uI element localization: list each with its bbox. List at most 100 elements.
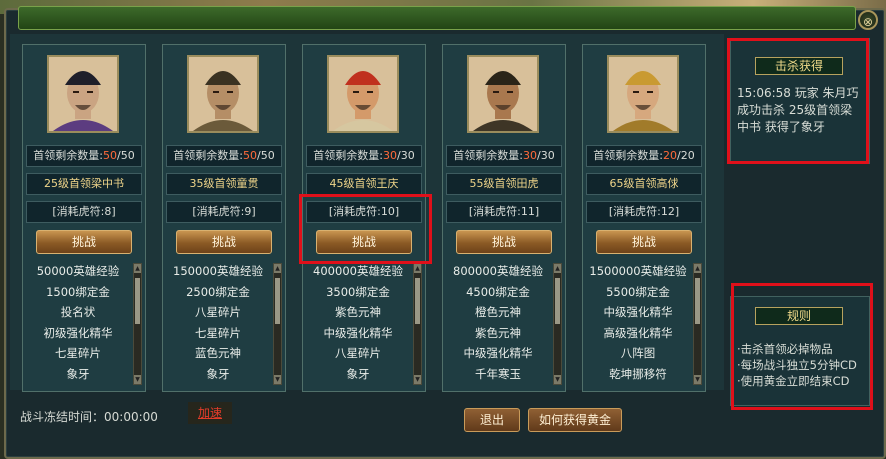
reward-item: 5500绑定金 — [606, 284, 670, 299]
reward-item: 蓝色元神 — [195, 346, 241, 360]
reward-item: 紫色元神 — [335, 305, 381, 319]
count-label: 首领剩余数量: — [453, 149, 523, 162]
reward-item: 800000英雄经验 — [453, 264, 543, 278]
rules-title: 规则 — [755, 307, 843, 325]
scroll-down-icon[interactable]: ▼ — [694, 375, 701, 384]
count-max: /30 — [537, 149, 555, 162]
boss-card: 首领剩余数量:50/50 25级首领梁中书 [消耗虎符:8] 挑战 50000英雄经验 1… — [22, 44, 146, 392]
scroll-up-icon[interactable]: ▲ — [694, 264, 701, 273]
rule-line: ·每场战斗独立5分钟CD — [737, 358, 857, 372]
scroll-down-icon[interactable]: ▼ — [134, 375, 141, 384]
reward-item: 3500绑定金 — [326, 284, 390, 299]
count-max: /20 — [677, 149, 695, 162]
boss-card: 首领剩余数量:50/50 35级首领童贯 [消耗虎符:9] 挑战 150000英雄经验 2… — [162, 44, 286, 392]
boss-portrait-image — [469, 57, 537, 131]
reward-item: 橙色元神 — [475, 305, 521, 319]
reward-item: 1500绑定金 — [46, 284, 110, 299]
tiger-token-cost: [消耗虎符:11] — [446, 201, 562, 223]
boss-remaining-count: 首领剩余数量:50/50 — [166, 145, 282, 167]
reward-item: 高级强化精华 — [603, 325, 673, 340]
reward-scrollbar[interactable]: ▲ ▼ — [133, 263, 142, 385]
scroll-thumb[interactable] — [695, 278, 700, 324]
scroll-down-icon[interactable]: ▼ — [414, 375, 421, 384]
reward-item: 紫色元神 — [475, 325, 521, 340]
challenge-button[interactable]: 挑战 — [316, 230, 412, 254]
reward-item: 初级强化精华 — [43, 325, 113, 340]
reward-item: 中级强化精华 — [323, 325, 393, 340]
boss-portrait — [607, 55, 679, 133]
reward-scrollbar[interactable]: ▲ ▼ — [693, 263, 702, 385]
get-gold-button[interactable]: 如何获得黄金 — [528, 408, 622, 432]
scroll-thumb[interactable] — [275, 278, 280, 324]
count-max: /30 — [397, 149, 415, 162]
reward-scrollbar[interactable]: ▲ ▼ — [553, 263, 562, 385]
reward-item: 中级强化精华 — [463, 346, 533, 360]
close-button[interactable]: ⊗ — [858, 10, 878, 30]
scroll-up-icon[interactable]: ▲ — [554, 264, 561, 273]
boss-portrait-image — [189, 57, 257, 131]
reward-item: 投名状 — [60, 305, 96, 319]
challenge-button[interactable]: 挑战 — [456, 230, 552, 254]
kill-reward-panel: 击杀获得 15:06:58 玩家 朱月巧 成功击杀 25级首领梁中书 获得了象牙 — [730, 38, 870, 164]
kill-reward-text: 15:06:58 玩家 朱月巧 成功击杀 25级首领梁中书 获得了象牙 — [737, 86, 859, 134]
reward-item: 象牙 — [66, 366, 90, 381]
reward-list[interactable]: 1500000英雄经验 5500绑定金中级强化精华高级强化精华八阵图乾坤挪移符紫色… — [586, 261, 690, 387]
scroll-down-icon[interactable]: ▼ — [274, 375, 281, 384]
exit-button[interactable]: 退出 — [464, 408, 520, 432]
boss-name: 55级首领田虎 — [446, 173, 562, 195]
scroll-thumb[interactable] — [135, 278, 140, 324]
count-current: 20 — [663, 149, 677, 162]
rule-line: ·击杀首领必掉物品 — [737, 342, 833, 356]
challenge-button[interactable]: 挑战 — [36, 230, 132, 254]
count-label: 首领剩余数量: — [33, 149, 103, 162]
boss-portrait — [187, 55, 259, 133]
boss-card: 首领剩余数量:30/30 45级首领王庆 [消耗虎符:10] 挑战 400000英雄经验… — [302, 44, 426, 392]
boss-portrait-image — [329, 57, 397, 131]
challenge-button[interactable]: 挑战 — [176, 230, 272, 254]
reward-scrollbar[interactable]: ▲ ▼ — [413, 263, 422, 385]
scroll-up-icon[interactable]: ▲ — [274, 264, 281, 273]
boss-card: 首领剩余数量:20/20 65级首领高俅 [消耗虎符:12] 挑战 1500000英雄经… — [582, 44, 706, 392]
title-bar[interactable] — [18, 6, 856, 30]
rules-list: ·击杀首领必掉物品 ·每场战斗独立5分钟CD ·使用黄金立即结束CD — [737, 341, 857, 389]
reward-item: 千年寒玉 — [475, 366, 521, 381]
freeze-timer: 战斗冻结时间：00:00:00 — [20, 410, 158, 424]
challenge-button[interactable]: 挑战 — [596, 230, 692, 254]
reward-item: 50000英雄经验 — [36, 264, 120, 278]
count-label: 首领剩余数量: — [173, 149, 243, 162]
scroll-up-icon[interactable]: ▲ — [414, 264, 421, 273]
boss-portrait-image — [609, 57, 677, 131]
kill-reward-title: 击杀获得 — [755, 57, 843, 75]
reward-list[interactable]: 150000英雄经验 2500绑定金八星碎片七星碎片蓝色元神象牙高级… — [166, 261, 270, 387]
boss-remaining-count: 首领剩余数量:50/50 — [26, 145, 142, 167]
boss-name: 45级首领王庆 — [306, 173, 422, 195]
count-max: /50 — [117, 149, 135, 162]
scroll-thumb[interactable] — [555, 278, 560, 324]
tiger-token-cost: [消耗虎符:9] — [166, 201, 282, 223]
boss-portrait — [47, 55, 119, 133]
reward-item: 1500000英雄经验 — [589, 264, 687, 278]
scroll-down-icon[interactable]: ▼ — [554, 375, 561, 384]
scroll-up-icon[interactable]: ▲ — [134, 264, 141, 273]
tiger-token-cost: [消耗虎符:12] — [586, 201, 702, 223]
count-current: 30 — [523, 149, 537, 162]
count-max: /50 — [257, 149, 275, 162]
reward-scrollbar[interactable]: ▲ ▼ — [273, 263, 282, 385]
boss-portrait — [467, 55, 539, 133]
boss-name: 35级首领童贯 — [166, 173, 282, 195]
reward-list[interactable]: 800000英雄经验 4500绑定金橙色元神紫色元神中级强化精华千年寒玉紫色… — [446, 261, 550, 387]
reward-item: 象牙 — [206, 366, 230, 381]
scroll-thumb[interactable] — [415, 278, 420, 324]
reward-item: 150000英雄经验 — [173, 264, 263, 278]
count-label: 首领剩余数量: — [593, 149, 663, 162]
reward-list[interactable]: 50000英雄经验 1500绑定金 投名状 初级强化精华 七星碎片 象牙 — [26, 261, 130, 387]
count-current: 30 — [383, 149, 397, 162]
speed-up-link[interactable]: 加速 — [188, 402, 232, 424]
reward-item: 七星碎片 — [195, 325, 241, 340]
reward-list[interactable]: 400000英雄经验 3500绑定金紫色元神中级强化精华八星碎片象牙高级… — [306, 261, 410, 387]
count-current: 50 — [243, 149, 257, 162]
reward-item: 2500绑定金 — [186, 284, 250, 299]
reward-item: 高级… — [306, 384, 410, 387]
tiger-token-cost: [消耗虎符:8] — [26, 201, 142, 223]
reward-item: 紫色… — [586, 384, 690, 387]
